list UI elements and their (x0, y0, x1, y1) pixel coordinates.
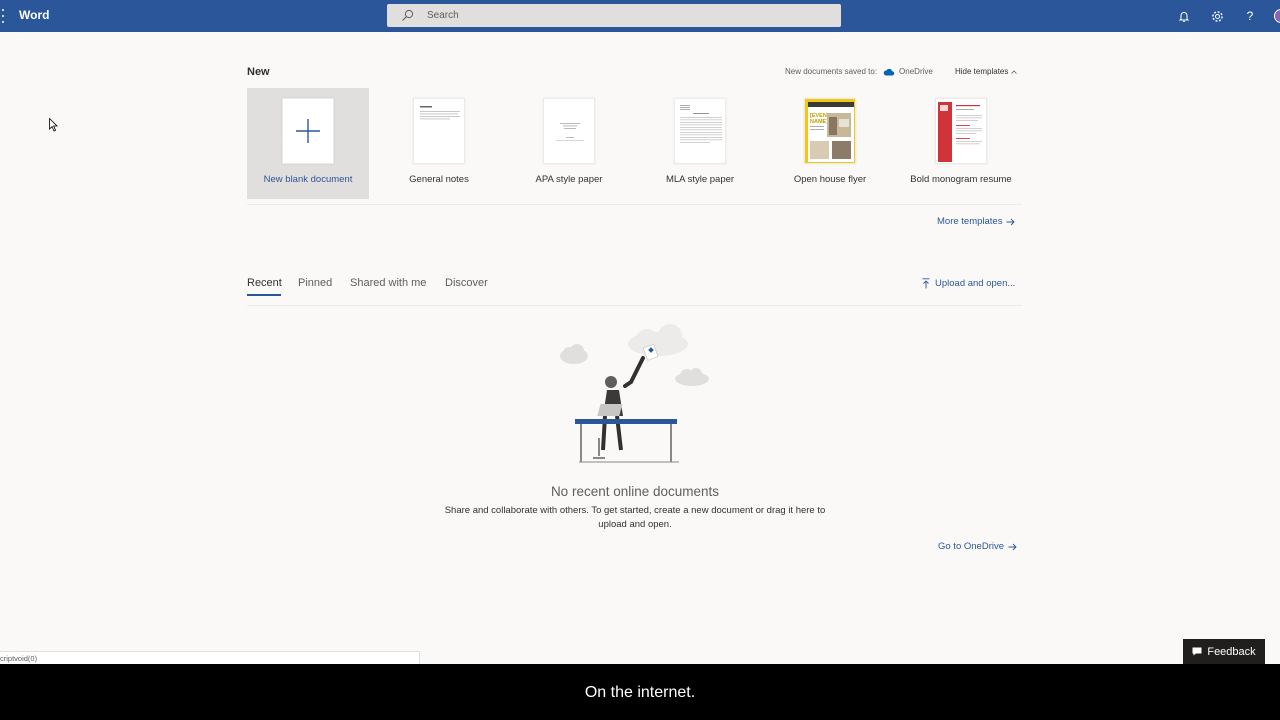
tab-recent[interactable]: Recent (247, 277, 282, 289)
upload-and-open-button[interactable]: Upload and open... (922, 278, 1015, 289)
empty-state-illustration (560, 324, 709, 463)
plus-icon (296, 119, 320, 143)
feedback-label: Feedback (1207, 645, 1256, 658)
caption-text: On the internet. (584, 684, 696, 701)
active-tab-indicator (247, 294, 281, 296)
app-name[interactable]: Word (19, 8, 49, 22)
template-thumbnail (674, 98, 726, 164)
upload-icon (922, 278, 930, 289)
go-to-onedrive-link[interactable]: Go to OneDrive (938, 541, 1017, 552)
template-thumbnail (935, 98, 987, 164)
template-general-notes[interactable]: General notes (378, 88, 500, 199)
app-launcher-icon[interactable] (0, 9, 6, 23)
template-thumbnail: [EVENT NAME] (804, 98, 856, 164)
chevron-up-icon (1011, 69, 1018, 74)
tab-discover[interactable]: Discover (445, 277, 488, 289)
template-label: APA style paper (535, 174, 603, 185)
cloud-icon (883, 68, 895, 75)
divider (247, 305, 1022, 306)
template-label: MLA style paper (665, 174, 735, 185)
status-bar: criptvoid(0) (0, 651, 420, 664)
search-icon (402, 9, 414, 21)
template-apa-style-paper[interactable]: APA style paper (508, 88, 630, 199)
search-box[interactable] (387, 4, 841, 27)
template-label: Open house flyer (793, 174, 867, 185)
template-thumbnail (413, 98, 465, 164)
gear-icon[interactable] (1209, 8, 1225, 24)
feedback-button[interactable]: Feedback (1183, 639, 1265, 664)
template-thumbnail (543, 98, 595, 164)
arrow-right-icon (1008, 543, 1017, 550)
avatar[interactable] (1274, 9, 1280, 23)
template-new-blank-document[interactable]: New blank document (247, 88, 369, 199)
bell-icon[interactable] (1176, 8, 1192, 24)
saved-to-location[interactable]: OneDrive (899, 67, 933, 76)
top-bar: Word ? (0, 0, 1280, 32)
svg-text:NAME]: NAME] (810, 119, 828, 125)
saved-to: New documents saved to: OneDrive (785, 67, 933, 76)
template-open-house-flyer[interactable]: [EVENT NAME] Open house flyer (769, 88, 891, 199)
more-templates-link[interactable]: More templates (937, 216, 1016, 227)
saved-to-label: New documents saved to: (785, 67, 878, 76)
template-label: New blank document (263, 174, 353, 185)
new-heading: New (247, 66, 270, 78)
template-label: General notes (409, 174, 469, 185)
feedback-icon (1192, 647, 1202, 656)
empty-state-title: No recent online documents (550, 484, 720, 499)
more-templates-label: More templates (937, 216, 1003, 227)
help-icon[interactable]: ? (1242, 8, 1258, 24)
mouse-cursor-icon (49, 118, 58, 132)
search-input[interactable] (427, 4, 827, 27)
go-to-onedrive-label: Go to OneDrive (938, 541, 1004, 552)
empty-state-description: Share and collaborate with others. To ge… (444, 505, 826, 530)
hide-templates-button[interactable]: Hide templates (955, 67, 1018, 76)
tab-pinned[interactable]: Pinned (298, 277, 332, 289)
template-mla-style-paper[interactable]: MLA style paper (639, 88, 761, 199)
template-thumbnail (282, 98, 334, 164)
template-bold-monogram-resume[interactable]: Bold monogram resume (900, 88, 1022, 199)
template-label: Bold monogram resume (910, 174, 1012, 185)
tab-shared-with-me[interactable]: Shared with me (350, 277, 426, 289)
arrow-right-icon (1006, 218, 1016, 225)
hide-templates-label: Hide templates (955, 67, 1009, 76)
upload-label: Upload and open... (935, 278, 1016, 289)
divider (247, 204, 1022, 205)
